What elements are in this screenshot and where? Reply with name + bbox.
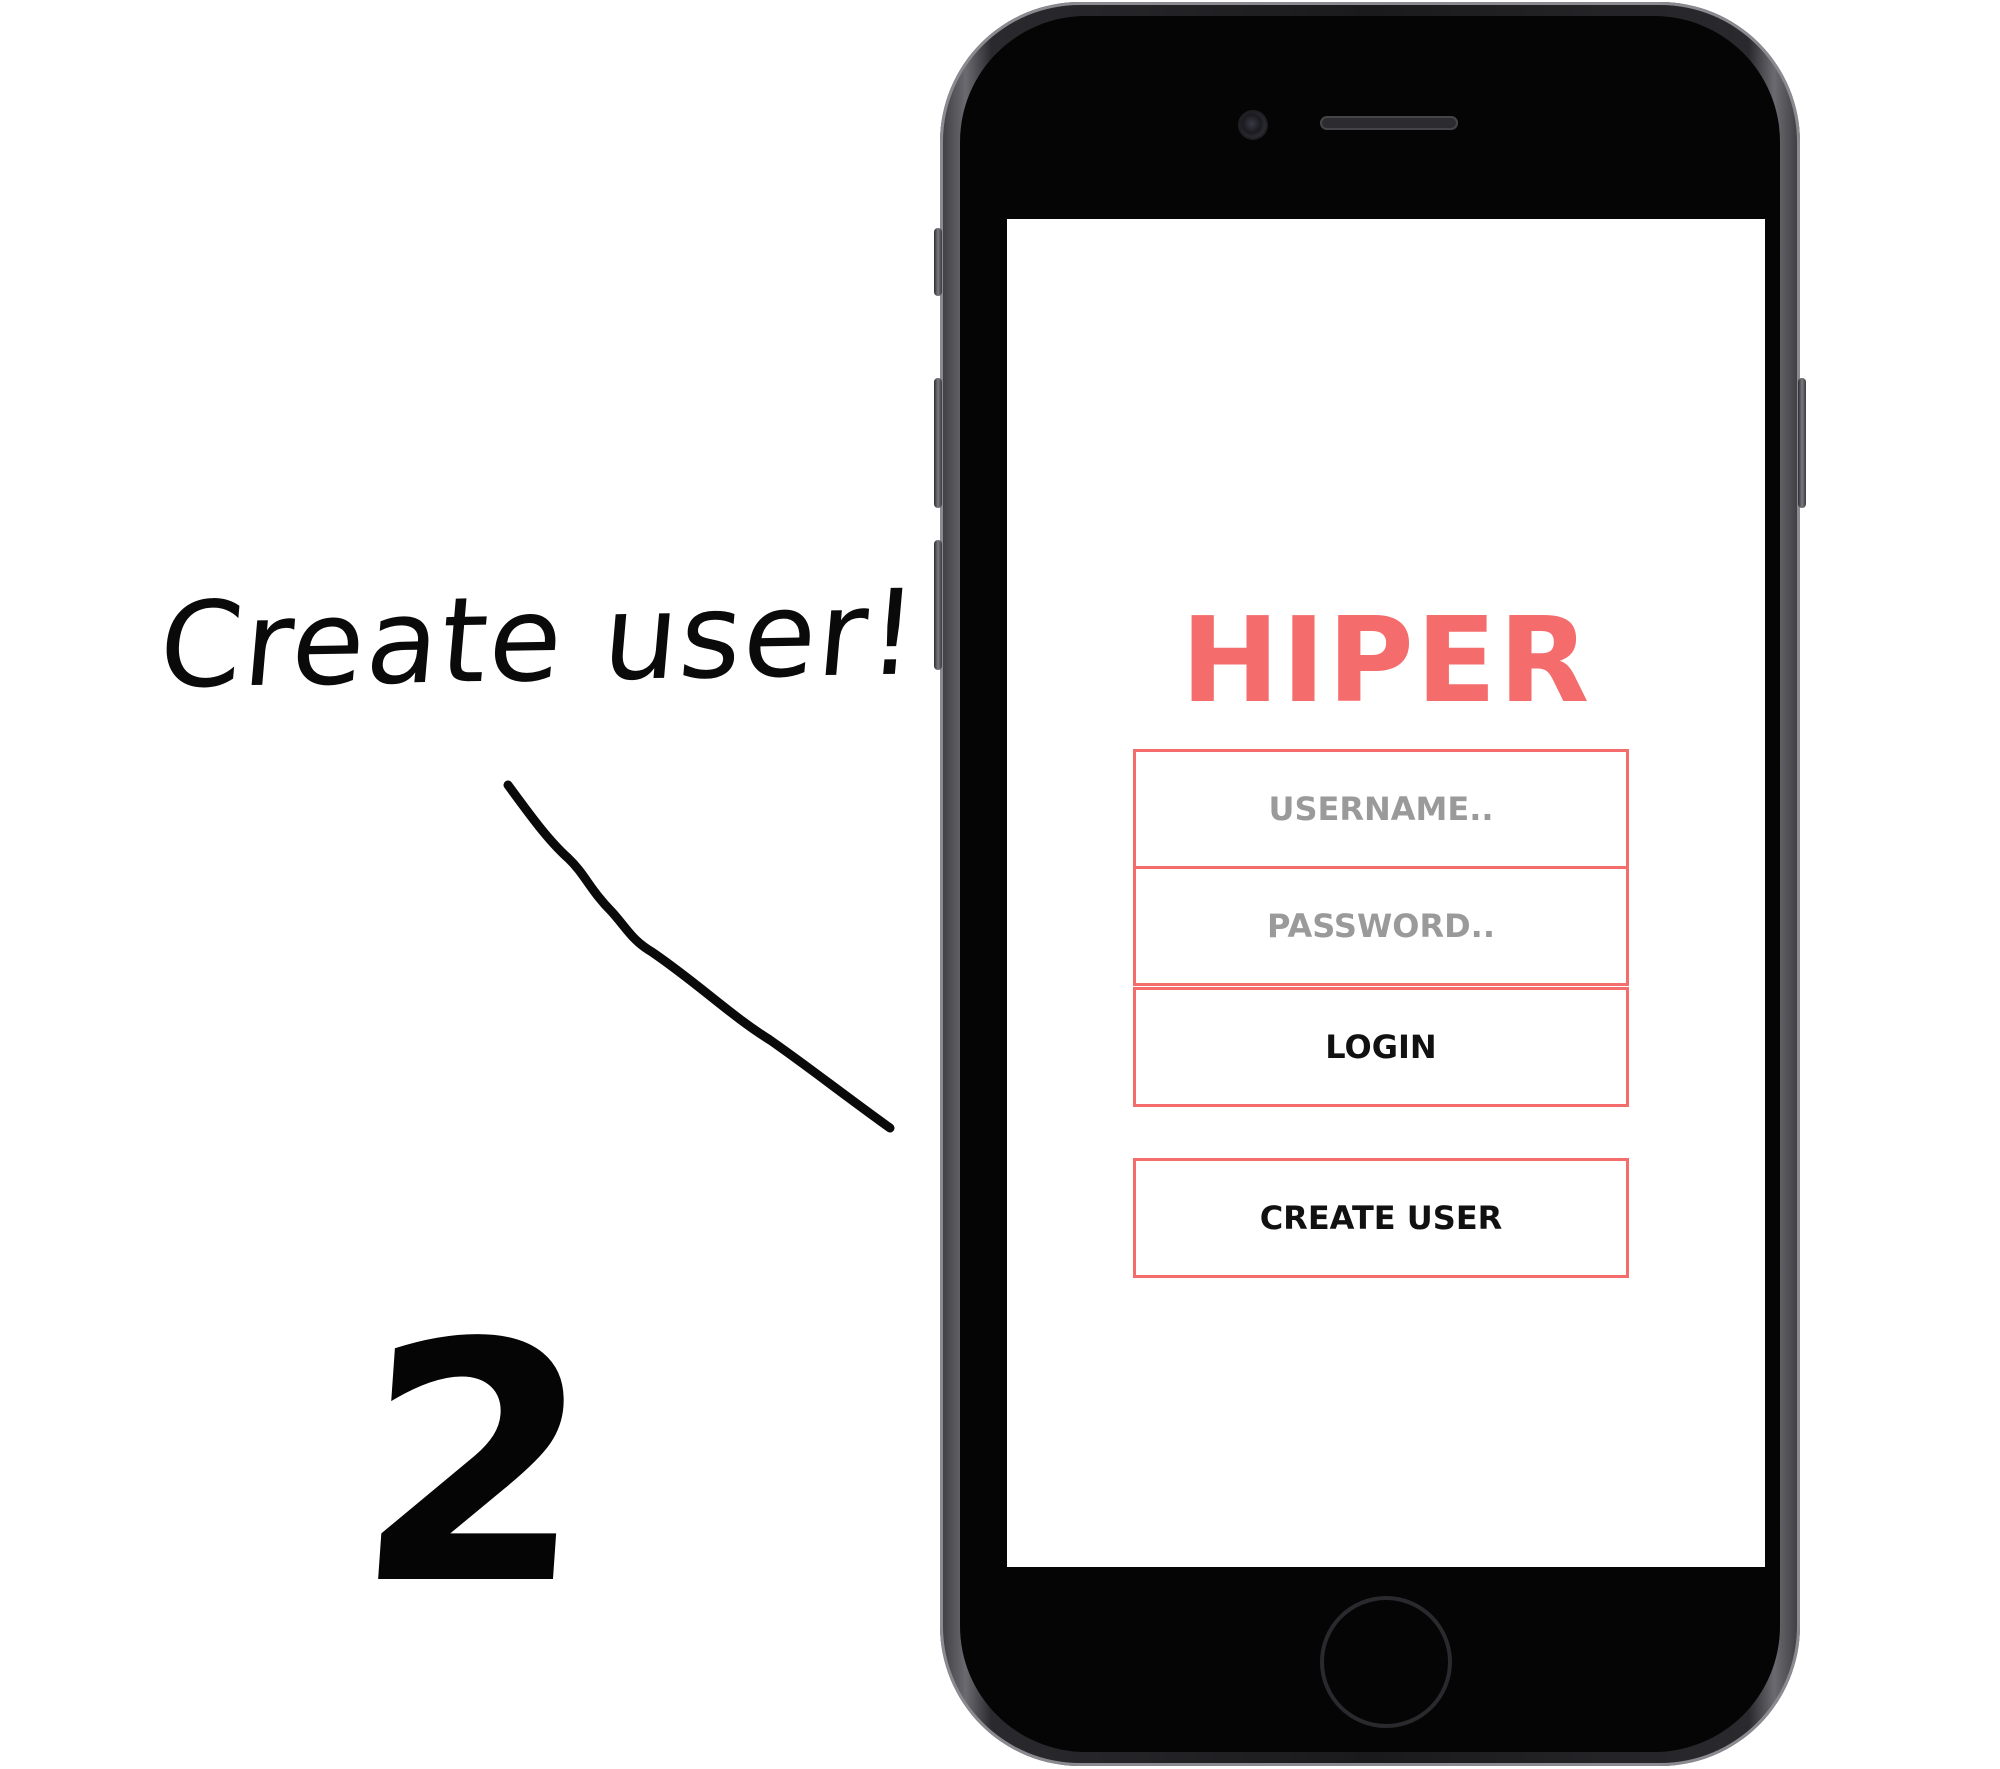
volume-up-button <box>934 378 942 508</box>
volume-down-button <box>934 540 942 670</box>
front-camera-icon <box>1240 112 1266 138</box>
canvas: Create user! 2 HIPER LOGIN <box>0 0 2000 1769</box>
app-title: HIPER <box>1180 591 1592 729</box>
mute-switch <box>934 228 942 296</box>
password-field-box[interactable] <box>1133 866 1629 986</box>
pointer-stroke <box>503 780 895 1133</box>
login-button-label: LOGIN <box>1325 1028 1437 1066</box>
phone-screen: HIPER LOGIN CREATE USER <box>1007 219 1765 1567</box>
phone-frame: HIPER LOGIN CREATE USER <box>934 2 1806 1766</box>
annotation-step-number: 2 <box>346 1273 604 1657</box>
username-field-box[interactable] <box>1133 749 1629 869</box>
password-input[interactable] <box>1136 869 1626 983</box>
earpiece-speaker-icon <box>1320 116 1458 130</box>
power-button <box>1798 378 1806 508</box>
username-input[interactable] <box>1136 752 1626 866</box>
login-button[interactable]: LOGIN <box>1133 987 1629 1107</box>
home-button-icon[interactable] <box>1324 1600 1448 1724</box>
create-user-button-label: CREATE USER <box>1259 1199 1503 1237</box>
create-user-button[interactable]: CREATE USER <box>1133 1158 1629 1278</box>
annotation-caption: Create user! <box>154 563 925 715</box>
phone-bezel: HIPER LOGIN CREATE USER <box>960 16 1780 1752</box>
